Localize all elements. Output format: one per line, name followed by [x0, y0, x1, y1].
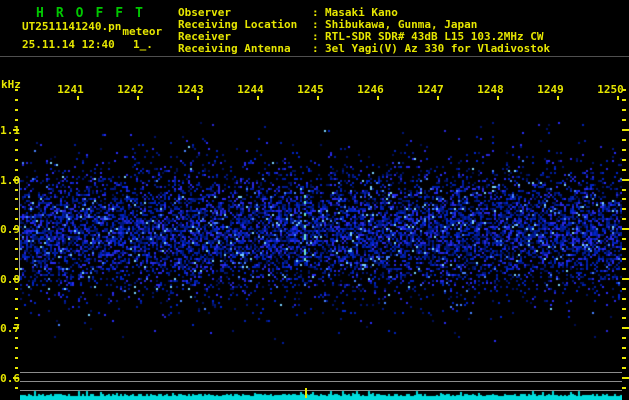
y-axis-major-tick-right	[622, 228, 629, 230]
observation-datetime: 25.11.14 12:40	[22, 38, 115, 51]
output-filename: UT2511141240.pn	[22, 20, 122, 33]
y-axis-minor-tick	[15, 367, 18, 369]
y-axis-major-tick-right	[622, 278, 629, 280]
y-axis-frequency-label: 0.6	[0, 372, 20, 385]
y-axis-frequency-label: 1.0	[0, 174, 20, 187]
y-axis-minor-tick-right	[622, 189, 626, 191]
y-axis-minor-tick-right	[622, 238, 626, 240]
y-axis-minor-tick-right	[622, 337, 626, 339]
y-axis-minor-tick	[15, 308, 18, 310]
y-axis-minor-tick-right	[622, 139, 626, 141]
y-axis-minor-tick-right	[622, 317, 626, 319]
y-axis-major-tick-right	[622, 377, 629, 379]
y-axis-minor-tick-right	[622, 298, 626, 300]
y-axis-minor-tick-right	[622, 288, 626, 290]
y-axis-minor-tick	[15, 169, 18, 171]
y-axis-minor-tick-right	[622, 308, 626, 310]
station-field-colon: :	[312, 42, 319, 55]
y-axis-minor-tick	[15, 317, 18, 319]
y-axis-minor-tick-right	[622, 248, 626, 250]
y-axis-minor-tick	[15, 139, 18, 141]
y-axis-minor-tick-right	[622, 218, 626, 220]
y-axis-major-tick-right	[622, 179, 629, 181]
hrofft-output-image: HROFFT UT2511141240.pnmeteor 25.11.14 12…	[0, 0, 629, 400]
header-divider	[0, 56, 629, 57]
y-axis-minor-tick	[15, 337, 18, 339]
filename-line: UT2511141240.pnmeteor	[22, 20, 162, 38]
y-axis-minor-tick-right	[622, 268, 626, 270]
spectrogram-canvas	[20, 88, 622, 368]
y-axis-minor-tick	[15, 268, 18, 270]
y-axis-minor-tick-right	[622, 109, 626, 111]
y-axis-minor-tick-right	[622, 357, 626, 359]
y-axis-minor-tick	[15, 149, 18, 151]
y-axis-minor-tick	[15, 387, 18, 389]
app-title: HROFFT	[36, 6, 155, 21]
y-axis-minor-tick-right	[622, 169, 626, 171]
y-axis-minor-tick-right	[622, 119, 626, 121]
y-axis-minor-tick-right	[622, 208, 626, 210]
y-axis-minor-tick-right	[622, 367, 626, 369]
station-field-value: 3el Yagi(V) Az 330 for Vladivostok	[325, 42, 551, 55]
y-axis-frequency-label: 1.1	[0, 124, 20, 137]
y-axis-minor-tick	[15, 238, 18, 240]
y-axis-major-tick-right	[622, 129, 629, 131]
level-reference-line	[20, 372, 622, 373]
y-axis-minor-tick-right	[622, 89, 626, 91]
station-field-label: Receiving Antenna	[178, 42, 291, 55]
y-axis-frequency-label: 0.8	[0, 273, 20, 286]
band-edge-marker	[19, 178, 20, 281]
counter-indicator: 1_.	[133, 38, 153, 51]
y-axis-minor-tick	[15, 288, 18, 290]
y-axis-minor-tick	[15, 119, 18, 121]
station-info-table: Observer: Masaki Kano Receiving Location: S…	[178, 7, 550, 55]
y-axis-frequency-label: 0.7	[0, 322, 20, 335]
y-axis-minor-tick	[15, 208, 18, 210]
y-axis-minor-tick-right	[622, 258, 626, 260]
y-axis-minor-tick	[15, 198, 18, 200]
y-axis-minor-tick	[15, 159, 18, 161]
y-axis-minor-tick	[15, 357, 18, 359]
level-strip-time-marker	[305, 388, 307, 398]
y-axis-minor-tick-right	[622, 347, 626, 349]
y-axis-minor-tick	[15, 218, 18, 220]
observation-tag: meteor	[122, 25, 163, 38]
station-info-row: Receiving Antenna:3el Yagi(V) Az 330 for…	[178, 43, 550, 55]
y-axis-minor-tick	[15, 258, 18, 260]
y-axis-minor-tick	[15, 248, 18, 250]
y-axis-minor-tick	[15, 89, 18, 91]
y-axis-minor-tick-right	[622, 387, 626, 389]
y-axis-minor-tick	[15, 99, 18, 101]
level-reference-line	[20, 381, 622, 382]
y-axis-minor-tick	[15, 109, 18, 111]
y-axis-minor-tick-right	[622, 149, 626, 151]
y-axis-minor-tick	[15, 189, 18, 191]
signal-level-strip	[20, 389, 622, 400]
y-axis-minor-tick-right	[622, 159, 626, 161]
y-axis-frequency-label: 0.9	[0, 223, 20, 236]
y-axis-minor-tick	[15, 298, 18, 300]
y-axis-minor-tick-right	[622, 198, 626, 200]
datetime-line: 25.11.14 12:40 1_.	[22, 38, 153, 51]
y-axis-minor-tick	[15, 347, 18, 349]
y-axis-major-tick-right	[622, 327, 629, 329]
y-axis-minor-tick-right	[622, 99, 626, 101]
